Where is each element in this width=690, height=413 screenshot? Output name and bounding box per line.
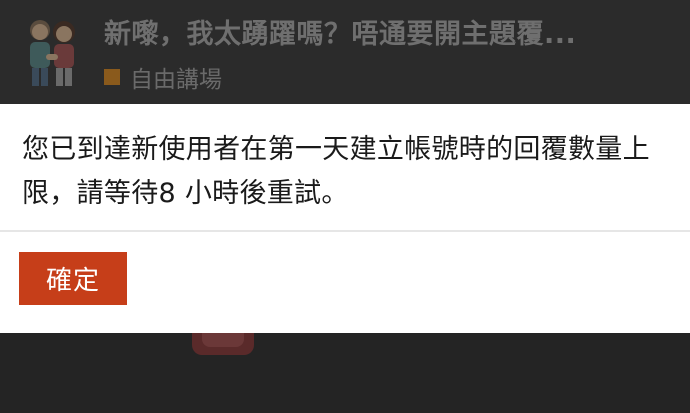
topic-title[interactable]: 新嚟，我太踴躍嗎？唔通要開主題覆... xyxy=(104,12,684,51)
rate-limit-dialog: 您已到達新使用者在第一天建立帳號時的回覆數量上限，請等待8 小時後重試。 確定 xyxy=(0,104,690,333)
topic-header: 新嚟，我太踴躍嗎？唔通要開主題覆... 自由講場 xyxy=(0,0,690,104)
category-badge xyxy=(104,69,120,85)
background-post-image-inner xyxy=(202,333,244,347)
dialog-message: 您已到達新使用者在第一天建立帳號時的回覆數量上限，請等待8 小時後重試。 xyxy=(22,134,650,209)
category-name: 自由講場 xyxy=(130,67,222,93)
page: 新嚟，我太踴躍嗎？唔通要開主題覆... 自由講場 您已到達新使用者在第一天建立帳… xyxy=(0,0,690,413)
couple-avatar-icon xyxy=(30,20,75,86)
background-post-image xyxy=(192,333,254,355)
dialog-divider xyxy=(0,230,690,232)
ok-button[interactable]: 確定 xyxy=(19,252,127,305)
topic-category[interactable]: 自由講場 xyxy=(104,62,222,93)
